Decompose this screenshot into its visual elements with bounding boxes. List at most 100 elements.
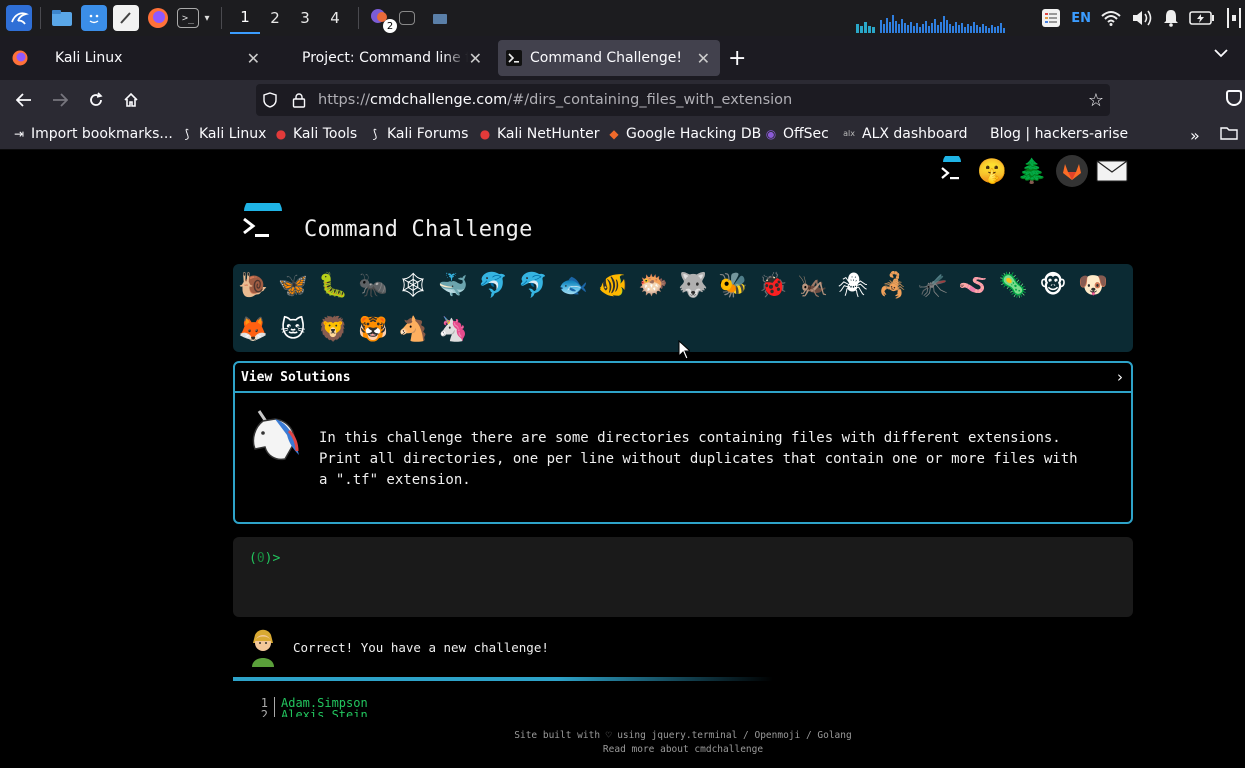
app-window-button[interactable]: 2 [367,5,397,33]
site-title: Command Challenge [304,217,533,242]
challenge-icon-mosquito[interactable]: 🦟 [916,268,950,302]
kali-forums-icon: ⟆ [372,127,378,141]
challenge-icon-dolphin[interactable]: 🐬 [476,268,510,302]
tree-icon[interactable]: 🌲 [1016,155,1048,187]
challenge-icon-fox[interactable]: 🦊 [236,312,270,346]
power-menu-icon[interactable] [1225,6,1243,30]
workspace-4[interactable]: 4 [320,2,350,34]
tab-command-challenge[interactable]: Command Challenge! ✕ [498,40,720,76]
tab-project-command-line[interactable]: Project: Command line fo ✕ [292,40,492,76]
challenge-list: 🐌 🦋 🐛 🐜 🕸 🐳 🐬 🐬 🐟 🐠 🐡 🐺 🐝 🐞 🦗 🕷 🦂 🦟 🪱 🦠 … [233,264,1133,352]
challenge-icon-caterpillar[interactable]: 🐛 [316,268,350,302]
challenge-icon-spider[interactable]: 🕷 [836,268,870,302]
workspace-2[interactable]: 2 [260,2,290,34]
close-icon[interactable]: ✕ [247,49,260,68]
site-logo-icon[interactable] [240,203,286,243]
url-text: https://cmdchallenge.com/#/dirs_containi… [318,92,793,108]
terminal-logo-icon[interactable] [936,155,968,187]
bookmark-hackers-arise[interactable]: Blog | hackers-arise [990,126,1128,142]
challenge-icon-bee[interactable]: 🐝 [716,268,750,302]
bookmark-kali-linux[interactable]: ⟆ Kali Linux [180,126,267,142]
bookmark-kali-forums[interactable]: ⟆ Kali Forums [368,126,469,142]
solutions-panel: View Solutions › In this challenge there… [233,361,1133,524]
close-icon[interactable]: ✕ [469,49,482,68]
list-all-tabs-button[interactable] [1214,46,1228,62]
challenge-icon-horse[interactable]: 🐴 [396,312,430,346]
command-terminal[interactable]: (0)> [233,537,1133,617]
bookmark-kali-nethunter[interactable]: ● Kali NetHunter [478,126,600,142]
lock-icon[interactable] [292,92,306,108]
bookmark-google-hacking-db[interactable]: ◆ Google Hacking DB [607,126,761,142]
kali-menu-icon[interactable] [6,5,32,31]
challenge-icon-monkey[interactable]: 🐵 [1036,268,1070,302]
tab-kali-linux[interactable]: Kali Linux ✕ [0,40,270,76]
gitlab-icon[interactable] [1056,155,1088,187]
battery-icon[interactable] [1189,11,1215,25]
file-manager-icon[interactable] [49,5,75,31]
wifi-icon[interactable] [1101,10,1121,26]
challenge-icon-microbe[interactable]: 🦠 [996,268,1030,302]
bookmark-star-icon[interactable]: ☆ [1088,90,1104,111]
challenge-icon-fish[interactable]: 🐟 [556,268,590,302]
tab-title: Kali Linux [55,50,123,66]
shushing-face-icon[interactable]: 🤫 [976,155,1008,187]
line-value: Alexis.Stein [281,708,368,717]
bookmark-kali-tools[interactable]: ● Kali Tools [274,126,357,142]
terminal-window-button[interactable] [399,11,415,25]
challenge-icon-snail[interactable]: 🐌 [236,268,270,302]
folder-icon[interactable] [1220,126,1238,140]
folder-window-button[interactable] [427,5,453,31]
keyboard-language[interactable]: EN [1071,11,1091,26]
challenge-icon-scorpion[interactable]: 🦂 [876,268,910,302]
bookmark-alx-dashboard[interactable]: alx ALX dashboard [841,126,967,142]
challenge-icon-blowfish[interactable]: 🐡 [636,268,670,302]
mouse-cursor [678,340,690,360]
challenge-icon-spiderweb[interactable]: 🕸 [396,268,430,302]
challenge-icon-ant[interactable]: 🐜 [356,268,390,302]
forward-button[interactable] [48,88,72,112]
challenge-icon-dog[interactable]: 🐶 [1076,268,1110,302]
challenge-icon-tropical-fish[interactable]: 🐠 [596,268,630,302]
close-icon[interactable]: ✕ [697,49,710,68]
footer-about-link[interactable]: Read more about cmdchallenge [233,743,1133,757]
challenge-icon-tiger[interactable]: 🐯 [356,312,390,346]
challenge-icon-ladybug[interactable]: 🐞 [756,268,790,302]
challenge-icon-butterfly[interactable]: 🦋 [276,268,310,302]
challenge-icon-cat[interactable]: 🐱 [276,312,310,346]
notes-icon[interactable] [1041,8,1061,28]
challenge-icon-cricket[interactable]: 🦗 [796,268,830,302]
finder-icon[interactable] [81,5,107,31]
challenge-icon-wolf[interactable]: 🐺 [676,268,710,302]
challenge-progress-bar [233,677,773,681]
terminal-icon[interactable]: >_ [177,8,199,28]
home-button[interactable] [119,88,143,112]
challenge-icon-worm[interactable]: 🪱 [956,268,990,302]
mail-icon[interactable] [1096,155,1128,187]
pocket-icon[interactable] [1226,90,1242,106]
reload-button[interactable] [84,88,108,112]
challenge-icon-unicorn[interactable]: 🦄 [436,312,470,346]
volume-icon[interactable] [1131,9,1153,27]
import-icon: ⇥ [13,127,25,141]
challenge-icon-dolphin-gray[interactable]: 🐬 [516,268,550,302]
text-editor-icon[interactable] [113,5,139,31]
bookmarks-overflow-button[interactable]: » [1190,126,1200,145]
challenge-icon-lion[interactable]: 🦁 [316,312,350,346]
bell-icon[interactable] [1163,9,1179,27]
new-tab-button[interactable]: + [728,46,746,71]
bookmark-import[interactable]: ⇥ Import bookmarks... [12,126,173,142]
bookmark-offsec[interactable]: ◉ OffSec [764,126,829,142]
chevron-down-icon[interactable]: ▾ [201,5,213,31]
view-solutions-toggle[interactable]: View Solutions › [235,363,1131,393]
page-content: 🤫 🌲 Command Challenge 🐌 🦋 🐛 🐜 🕸 🐳 🐬 🐬 🐟 … [0,151,1245,768]
url-bar[interactable]: https://cmdchallenge.com/#/dirs_containi… [256,84,1110,116]
shield-icon[interactable] [262,92,278,108]
workspace-1[interactable]: 1 [230,2,260,34]
chevron-right-icon: › [1117,368,1123,386]
workspace-3[interactable]: 3 [290,2,320,34]
unicorn-icon [252,410,299,461]
firefox-icon[interactable] [145,5,171,31]
terminal-prompt: (0)> [249,551,281,566]
challenge-icon-whale[interactable]: 🐳 [436,268,470,302]
back-button[interactable] [12,88,36,112]
